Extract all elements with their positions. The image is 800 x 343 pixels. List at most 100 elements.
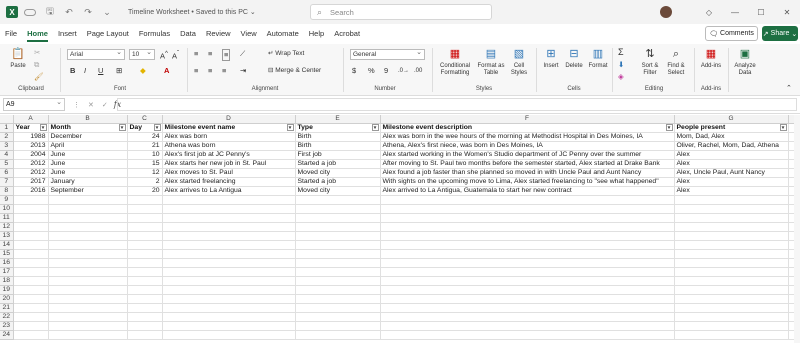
row-header[interactable]: 2: [0, 132, 14, 143]
empty-cell[interactable]: [13, 240, 49, 251]
header-cell[interactable]: People present ▾: [674, 123, 789, 134]
empty-cell[interactable]: [295, 240, 381, 251]
cell[interactable]: Alex moves to St. Paul: [162, 168, 296, 179]
empty-cell[interactable]: [127, 231, 163, 242]
cell[interactable]: June: [48, 159, 128, 170]
empty-cell[interactable]: [295, 204, 381, 215]
cell[interactable]: 2004: [13, 150, 49, 161]
cell[interactable]: Alex started freelancing: [162, 177, 296, 188]
cell[interactable]: 2013: [13, 141, 49, 152]
empty-cell[interactable]: [380, 321, 675, 332]
empty-cell[interactable]: [127, 276, 163, 287]
header-cell[interactable]: Type ▾: [295, 123, 381, 134]
empty-cell[interactable]: [48, 222, 128, 233]
borders-icon[interactable]: ⊞: [116, 66, 122, 76]
empty-cell[interactable]: [674, 240, 789, 251]
tab-formulas[interactable]: Formulas: [134, 24, 175, 44]
empty-cell[interactable]: [162, 231, 296, 242]
empty-cell[interactable]: [295, 330, 381, 341]
cell[interactable]: Alex, Uncle Paul, Aunt Nancy: [674, 168, 789, 179]
empty-cell[interactable]: [380, 204, 675, 215]
cell[interactable]: January: [48, 177, 128, 188]
header-cell[interactable]: Day ▾: [127, 123, 163, 134]
row-header[interactable]: 11: [0, 213, 14, 224]
font-name-select[interactable]: Arial: [67, 48, 125, 60]
cell[interactable]: Alex: [674, 177, 789, 188]
column-header-c[interactable]: C: [127, 115, 163, 125]
cell[interactable]: 15: [127, 159, 163, 170]
row-header[interactable]: 24: [0, 330, 14, 341]
filter-dropdown-icon[interactable]: ▾: [665, 124, 673, 132]
filter-dropdown-icon[interactable]: ▾: [371, 124, 379, 132]
tab-view[interactable]: View: [236, 24, 262, 44]
cell[interactable]: Alex: [674, 150, 789, 161]
currency-button[interactable]: $: [352, 66, 356, 76]
redo-icon[interactable]: ↷: [83, 7, 93, 18]
empty-cell[interactable]: [674, 321, 789, 332]
empty-cell[interactable]: [380, 294, 675, 305]
merge-center-button[interactable]: ⊟ Merge & Center: [268, 66, 321, 76]
undo-icon[interactable]: ↶: [64, 7, 74, 18]
cell[interactable]: 2012: [13, 168, 49, 179]
empty-cell[interactable]: [380, 231, 675, 242]
empty-cell[interactable]: [380, 213, 675, 224]
empty-cell[interactable]: [674, 312, 789, 323]
cell[interactable]: 2016: [13, 186, 49, 197]
underline-button[interactable]: U: [98, 66, 103, 76]
empty-cell[interactable]: [162, 240, 296, 251]
empty-cell[interactable]: [162, 321, 296, 332]
row-header[interactable]: 4: [0, 150, 14, 161]
tab-help[interactable]: Help: [304, 24, 329, 44]
empty-cell[interactable]: [162, 249, 296, 260]
empty-cell[interactable]: [162, 213, 296, 224]
empty-cell[interactable]: [162, 294, 296, 305]
empty-cell[interactable]: [48, 267, 128, 278]
empty-cell[interactable]: [13, 276, 49, 287]
empty-cell[interactable]: [295, 321, 381, 332]
enter-icon[interactable]: ✓: [102, 101, 108, 109]
empty-cell[interactable]: [674, 231, 789, 242]
filter-dropdown-icon[interactable]: ▾: [286, 124, 294, 132]
comments-button[interactable]: 🗨 Comments: [705, 26, 758, 41]
tab-insert[interactable]: Insert: [53, 24, 82, 44]
row-header[interactable]: 17: [0, 267, 14, 278]
row-header[interactable]: 9: [0, 195, 14, 206]
cell[interactable]: Alex was born: [162, 132, 296, 143]
empty-cell[interactable]: [380, 195, 675, 206]
cell[interactable]: Alex: [674, 159, 789, 170]
row-header[interactable]: 15: [0, 249, 14, 260]
cell-styles-button[interactable]: ▧ Cell Styles: [506, 47, 532, 77]
empty-cell[interactable]: [48, 240, 128, 251]
cell[interactable]: First job: [295, 150, 381, 161]
italic-button[interactable]: I: [84, 66, 86, 76]
empty-cell[interactable]: [162, 285, 296, 296]
cell[interactable]: April: [48, 141, 128, 152]
empty-cell[interactable]: [48, 231, 128, 242]
column-header-g[interactable]: G: [674, 115, 789, 125]
cell[interactable]: Started a job: [295, 159, 381, 170]
empty-cell[interactable]: [127, 240, 163, 251]
empty-cell[interactable]: [127, 213, 163, 224]
empty-cell[interactable]: [674, 204, 789, 215]
tab-file[interactable]: File: [0, 24, 22, 44]
clear-icon[interactable]: ◈: [618, 72, 624, 82]
cell[interactable]: Mom, Dad, Alex: [674, 132, 789, 143]
tab-review[interactable]: Review: [201, 24, 236, 44]
empty-cell[interactable]: [162, 312, 296, 323]
tab-page-layout[interactable]: Page Layout: [82, 24, 134, 44]
cell[interactable]: Alex started working in the Women's Stud…: [380, 150, 675, 161]
orientation-icon[interactable]: ⟋: [240, 49, 245, 59]
column-header-e[interactable]: E: [295, 115, 381, 125]
column-header-b[interactable]: B: [48, 115, 128, 125]
column-header-f[interactable]: F: [380, 115, 675, 125]
fill-icon[interactable]: ⬇: [618, 60, 624, 70]
empty-cell[interactable]: [380, 249, 675, 260]
cell[interactable]: December: [48, 132, 128, 143]
empty-cell[interactable]: [13, 321, 49, 332]
empty-cell[interactable]: [48, 330, 128, 341]
empty-cell[interactable]: [162, 330, 296, 341]
align-right-icon[interactable]: ≡: [222, 66, 226, 76]
cell[interactable]: Started a job: [295, 177, 381, 188]
header-cell[interactable]: Year ▾: [13, 123, 49, 134]
empty-cell[interactable]: [127, 285, 163, 296]
